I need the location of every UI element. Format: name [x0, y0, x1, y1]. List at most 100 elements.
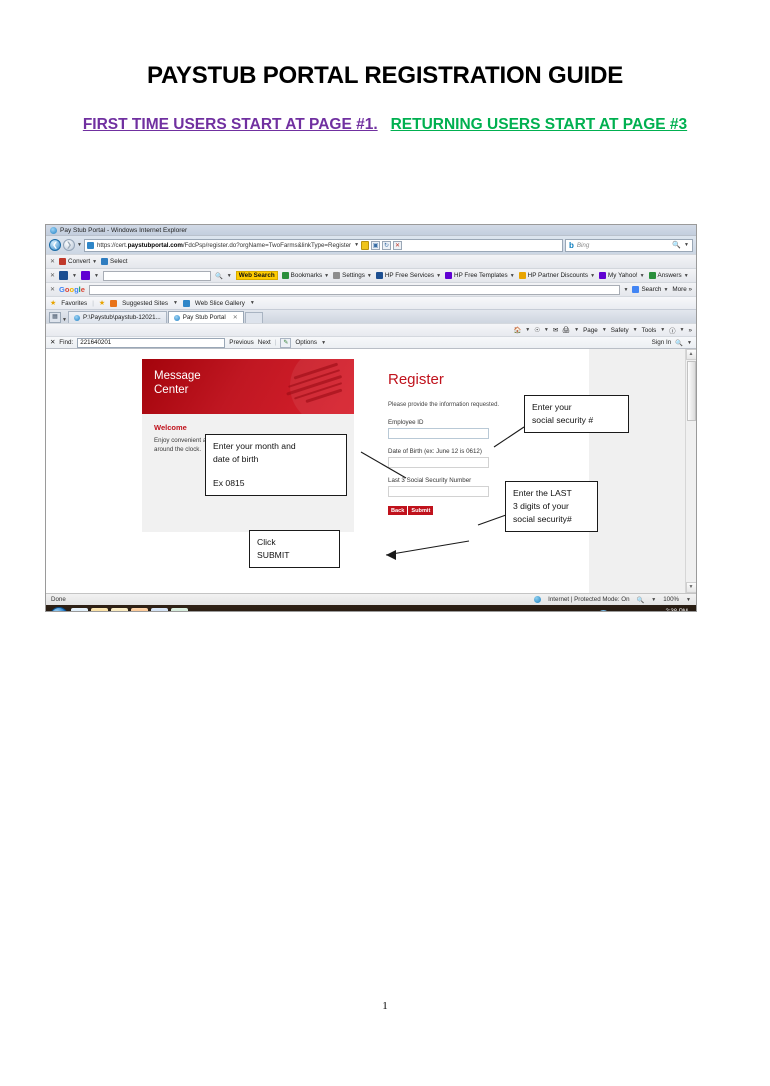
mail-icon[interactable]: ✉	[553, 327, 558, 334]
favorites-label[interactable]: Favorites	[61, 300, 87, 307]
zoom-icon[interactable]: 🔍	[637, 596, 645, 604]
zoom-level-label[interactable]: 100%	[663, 596, 679, 603]
hp-partner-discounts-chevron-down-icon[interactable]: ▼	[590, 273, 595, 279]
safety-chevron-down-icon[interactable]: ▼	[633, 327, 638, 333]
find-bar-close-icon[interactable]: ✕	[50, 339, 55, 346]
find-next-button[interactable]: Next	[258, 339, 271, 346]
tab-pay-stub-portal[interactable]: Pay Stub Portal ✕	[167, 311, 244, 323]
scroll-down-icon[interactable]: ▼	[685, 582, 696, 593]
search-input[interactable]: Bing	[577, 242, 589, 249]
google-search-button[interactable]: Search ▼	[632, 286, 668, 293]
submit-button[interactable]: Submit	[408, 506, 434, 515]
command-bar-overflow-icon[interactable]: »	[688, 327, 692, 334]
toolbar-close-icon[interactable]: ✕	[50, 258, 55, 265]
help-chevron-down-icon[interactable]: ▼	[680, 327, 685, 333]
hp-search-chevron-down-icon[interactable]: ▼	[227, 273, 232, 279]
find-options-button[interactable]: Options	[295, 339, 317, 346]
tab-close-icon[interactable]: ✕	[233, 314, 238, 321]
last-3-ssn-input[interactable]	[388, 486, 489, 497]
forward-button[interactable]: ❯	[63, 239, 75, 251]
print-icon[interactable]: 🖨	[562, 326, 570, 334]
stop-icon[interactable]: ✕	[393, 240, 403, 250]
hp-free-templates-button[interactable]: HP Free Templates ▼	[445, 272, 515, 279]
page-scrollbar[interactable]: ▲ ▼	[685, 349, 696, 593]
hp-toolbar-search-input[interactable]	[102, 270, 211, 281]
action-center-alert-icon[interactable]	[596, 609, 610, 611]
find-input[interactable]: 221640201	[77, 337, 226, 348]
my-yahoo-chevron-down-icon[interactable]: ▼	[640, 273, 645, 279]
tools-menu[interactable]: Tools	[642, 327, 657, 334]
taskbar-internet-explorer-icon[interactable]: e	[71, 607, 88, 611]
taskbar-word-icon[interactable]: W	[151, 607, 168, 611]
my-yahoo-button[interactable]: My Yahoo! ▼	[599, 272, 645, 279]
google-toolbar-close-icon[interactable]: ✕	[50, 286, 55, 293]
hp-search-icon[interactable]: 🔍	[215, 272, 223, 280]
suggested-sites-chevron-down-icon[interactable]: ▼	[173, 300, 178, 306]
answers-button[interactable]: Answers ▼	[648, 272, 689, 279]
page-chevron-down-icon[interactable]: ▼	[602, 327, 607, 333]
feeds-chevron-down-icon[interactable]: ▼	[544, 327, 549, 333]
taskbar-media-player-icon[interactable]: ▶	[131, 607, 148, 611]
hp-partner-discounts-button[interactable]: HP Partner Discounts ▼	[518, 272, 595, 279]
google-search-button-chevron-down-icon[interactable]: ▼	[663, 287, 668, 293]
scrollbar-thumb[interactable]	[686, 361, 696, 421]
suggested-sites-label[interactable]: Suggested Sites	[122, 300, 168, 307]
taskbar-clock[interactable]: 2:38 PM 2/22/2012	[663, 609, 690, 612]
sign-in-icon[interactable]: 🔍	[675, 339, 683, 347]
compatibility-view-icon[interactable]: ▣	[371, 240, 381, 250]
home-icon[interactable]: 🏠	[513, 326, 521, 334]
answers-chevron-down-icon[interactable]: ▼	[684, 273, 689, 279]
quick-tabs-button[interactable]: ▦	[49, 312, 61, 323]
feeds-icon[interactable]: ☉	[534, 327, 540, 334]
employee-id-input[interactable]	[388, 428, 489, 439]
hp-toolbar-close-icon[interactable]: ✕	[50, 272, 55, 279]
address-bar[interactable]: https://cert.paystubportal.com/FdcPsp/re…	[83, 238, 563, 252]
settings-chevron-down-icon[interactable]: ▼	[367, 273, 372, 279]
page-menu[interactable]: Page	[583, 327, 598, 334]
tab-paystub-file[interactable]: P:\Paystub\paystub-12021...	[67, 311, 167, 323]
search-box[interactable]: b Bing 🔍 ▼	[565, 238, 693, 252]
back-button[interactable]: ❮	[49, 239, 61, 251]
google-toolbar-search-input[interactable]	[88, 284, 620, 295]
convert-chevron-down-icon[interactable]: ▼	[92, 259, 97, 265]
find-previous-button[interactable]: Previous	[229, 339, 254, 346]
web-slice-gallery-label[interactable]: Web Slice Gallery	[195, 300, 245, 307]
bookmarks-button[interactable]: Bookmarks ▼	[281, 272, 329, 279]
settings-button[interactable]: Settings ▼	[333, 272, 372, 279]
highlight-all-icon[interactable]: ✎	[280, 337, 292, 348]
tab-list-chevron-down-icon[interactable]: ▼	[62, 317, 67, 323]
taskbar-excel-icon[interactable]: X	[171, 607, 188, 611]
date-of-birth-input[interactable]	[388, 457, 489, 468]
start-button[interactable]	[50, 607, 68, 611]
google-search-chevron-down-icon[interactable]: ▼	[624, 287, 629, 293]
search-icon[interactable]: 🔍	[672, 241, 681, 249]
zoom-level-chevron-down-icon[interactable]: ▼	[686, 597, 691, 603]
back-button[interactable]: Back	[388, 506, 408, 515]
search-provider-chevron-down-icon[interactable]: ▼	[684, 242, 689, 248]
recent-pages-chevron-down-icon[interactable]: ▼	[77, 242, 82, 248]
hp-free-services-chevron-down-icon[interactable]: ▼	[436, 273, 441, 279]
tools-chevron-down-icon[interactable]: ▼	[660, 327, 665, 333]
sign-in-button[interactable]: Sign In	[652, 339, 672, 346]
hp-free-services-button[interactable]: HP Free Services ▼	[375, 272, 441, 279]
add-favorite-icon[interactable]: ★	[99, 299, 105, 307]
favorites-star-icon[interactable]: ★	[50, 299, 56, 307]
convert-button[interactable]: Convert ▼	[59, 258, 97, 265]
scroll-up-icon[interactable]: ▲	[685, 349, 696, 360]
print-chevron-down-icon[interactable]: ▼	[574, 327, 579, 333]
find-options-chevron-down-icon[interactable]: ▼	[321, 340, 326, 346]
help-icon[interactable]: ⓘ	[669, 326, 675, 335]
sign-in-chevron-down-icon[interactable]: ▼	[687, 340, 692, 346]
google-more-label[interactable]: More »	[672, 286, 692, 293]
web-slice-chevron-down-icon[interactable]: ▼	[250, 300, 255, 306]
hp-chevron-down-icon[interactable]: ▼	[72, 273, 77, 279]
address-dropdown-chevron-down-icon[interactable]: ▼	[354, 242, 359, 248]
taskbar-windows-explorer-icon[interactable]: ▣	[111, 607, 128, 611]
home-chevron-down-icon[interactable]: ▼	[525, 327, 530, 333]
safety-menu[interactable]: Safety	[611, 327, 629, 334]
new-tab-button[interactable]	[244, 312, 263, 323]
select-button[interactable]: Select	[101, 258, 128, 265]
hp-free-templates-chevron-down-icon[interactable]: ▼	[510, 273, 515, 279]
web-search-button[interactable]: Web Search	[235, 271, 278, 280]
yahoo-chevron-down-icon[interactable]: ▼	[94, 273, 99, 279]
